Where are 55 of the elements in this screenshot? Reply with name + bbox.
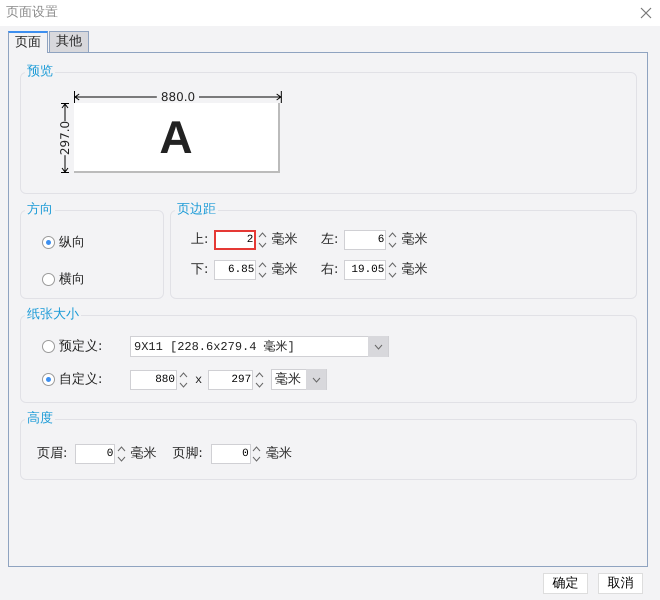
spin-down-button[interactable]	[256, 270, 268, 280]
spin-down-button[interactable]	[386, 270, 398, 280]
spin-up-button[interactable]	[253, 370, 266, 380]
number-field[interactable]: 880	[130, 370, 177, 390]
unit-label: 毫米	[271, 231, 298, 250]
radio-option[interactable]: 自定义:	[42, 370, 130, 390]
unit-select[interactable]: 毫米	[271, 369, 328, 390]
caret-icon	[312, 376, 321, 382]
unit-label: 毫米	[401, 261, 428, 280]
spin-up-button[interactable]	[256, 230, 268, 240]
field-label: 上:	[191, 231, 208, 250]
dimension-arrow	[60, 155, 70, 173]
spin-up-button[interactable]	[250, 444, 263, 454]
number-field[interactable]: 19.05	[344, 260, 386, 280]
dimension-arrow	[60, 103, 70, 121]
radio-option[interactable]: 横向	[42, 270, 163, 289]
spin-up-button[interactable]	[115, 444, 128, 454]
close-icon[interactable]	[640, 7, 652, 19]
number-field[interactable]: 297	[208, 370, 254, 390]
number-field[interactable]: 2	[214, 230, 256, 250]
number-field[interactable]: 0	[210, 444, 251, 464]
dropdown-button[interactable]	[368, 336, 388, 357]
spin-up-button[interactable]	[386, 260, 398, 270]
caret-icon	[374, 344, 382, 350]
field-label: 左:	[321, 231, 338, 250]
spin-down-button[interactable]	[115, 454, 128, 464]
tab[interactable]: 其他	[49, 31, 89, 52]
spin-up-button[interactable]	[256, 260, 268, 270]
spin-down-button[interactable]	[250, 454, 263, 464]
unit-label: 毫米	[401, 231, 428, 250]
paper-size-select[interactable]: 9X11 [228.6x279.4 毫米]	[130, 336, 389, 357]
dialog-button[interactable]: 取消	[598, 573, 643, 594]
spin-up-button[interactable]	[177, 370, 189, 380]
height-label: 297.0	[59, 120, 71, 156]
spin-down-button[interactable]	[256, 240, 268, 250]
field-label: 右:	[321, 261, 338, 280]
unit-label: 毫米	[271, 261, 298, 280]
number-field[interactable]: 6.85	[214, 260, 256, 280]
spin-up-button[interactable]	[386, 230, 398, 240]
number-field[interactable]: 6	[344, 230, 386, 250]
tab[interactable]: 页面	[8, 31, 48, 53]
number-field[interactable]: 0	[75, 444, 116, 464]
dropdown-button[interactable]	[306, 369, 326, 390]
field-label: 页眉:	[37, 445, 68, 464]
radio-option[interactable]: 纵向	[42, 233, 163, 252]
dialog-button[interactable]: 确定	[543, 573, 588, 594]
window-title: 页面设置	[6, 4, 58, 22]
spin-down-button[interactable]	[386, 240, 398, 250]
field-label: 页脚:	[172, 445, 203, 464]
field-label: 下:	[191, 261, 208, 280]
times-label: x	[195, 372, 202, 388]
unit-label: 毫米	[266, 445, 292, 464]
radio-option[interactable]: 预定义:	[42, 336, 130, 356]
sample-letter: A	[159, 114, 193, 160]
unit-label: 毫米	[130, 445, 156, 464]
